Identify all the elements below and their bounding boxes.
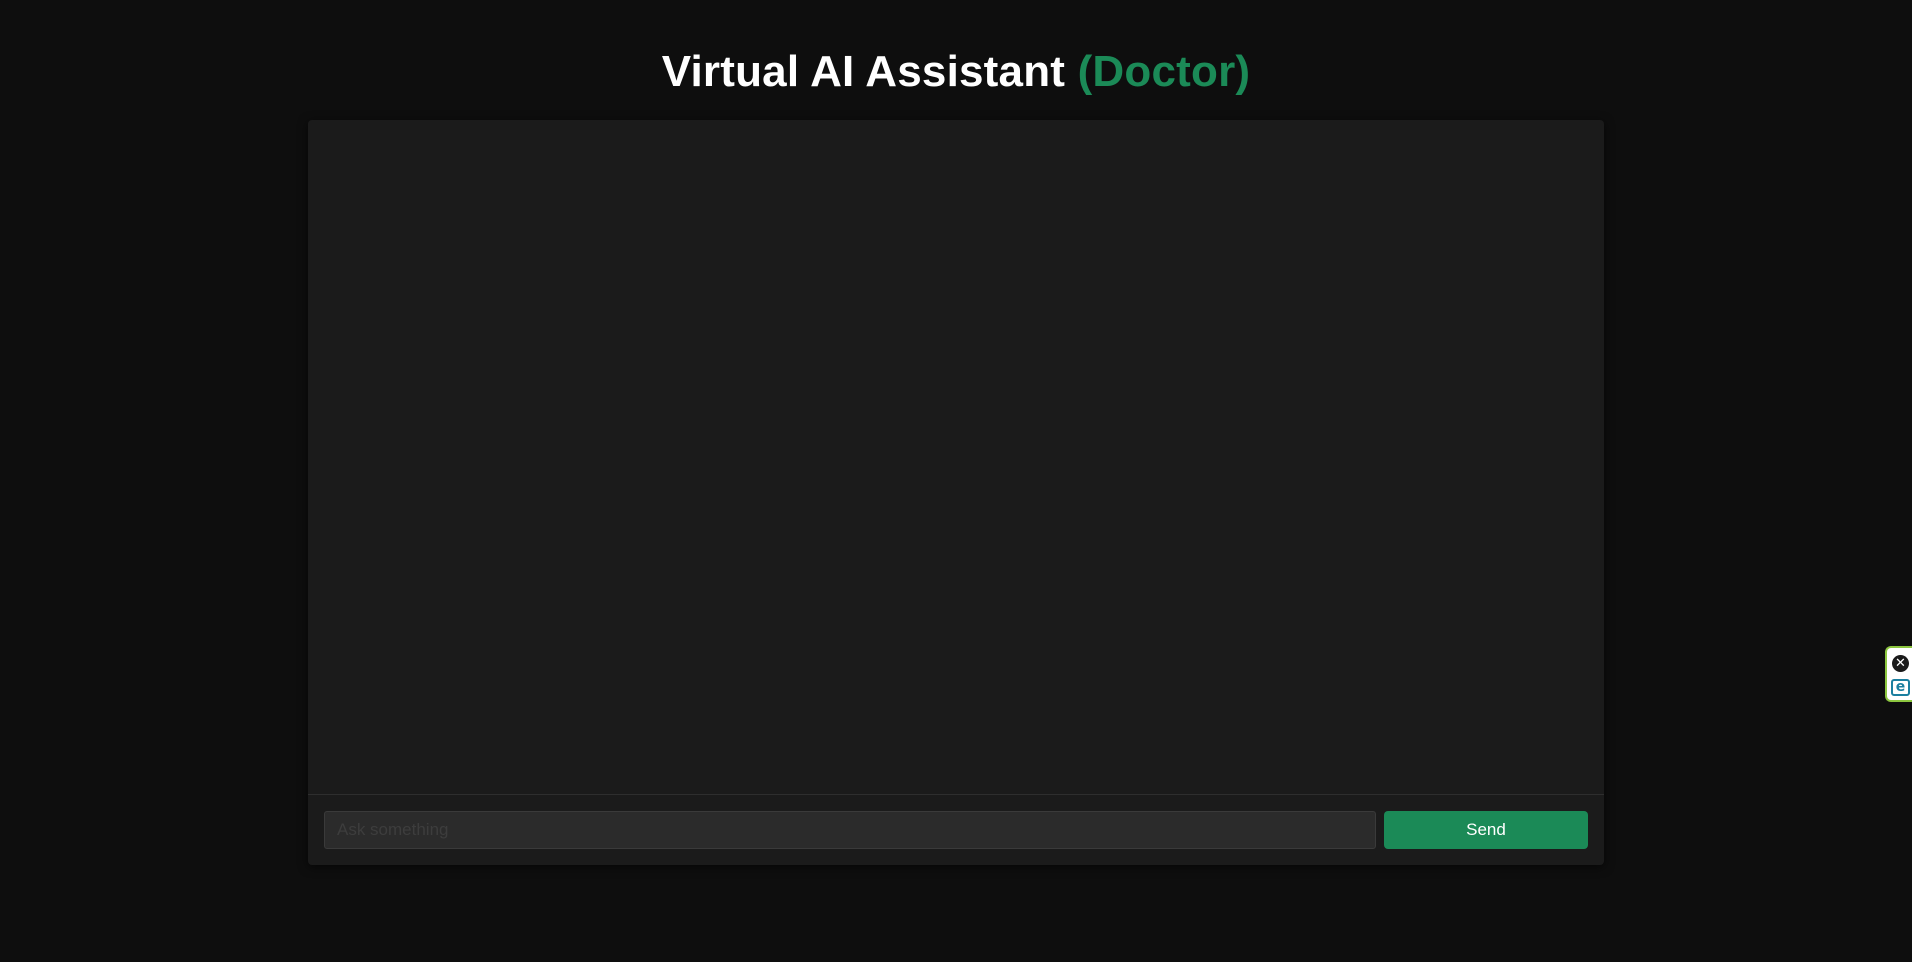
page-title-main: Virtual AI Assistant	[661, 47, 1078, 96]
message-list[interactable]	[308, 120, 1604, 795]
message-input[interactable]	[324, 811, 1376, 849]
browser-extension-widget: ✕ e	[1885, 646, 1912, 702]
send-button[interactable]: Send	[1384, 811, 1588, 849]
page-title: Virtual AI Assistant (Doctor)	[0, 44, 1912, 100]
page-title-role: (Doctor)	[1077, 47, 1251, 96]
app-page: Virtual AI Assistant (Doctor) Send ✕ e	[0, 0, 1912, 962]
e-logo-icon[interactable]: e	[1891, 679, 1910, 696]
chat-input-bar: Send	[308, 795, 1604, 865]
chat-panel: Send	[308, 120, 1604, 865]
close-icon[interactable]: ✕	[1892, 655, 1909, 672]
